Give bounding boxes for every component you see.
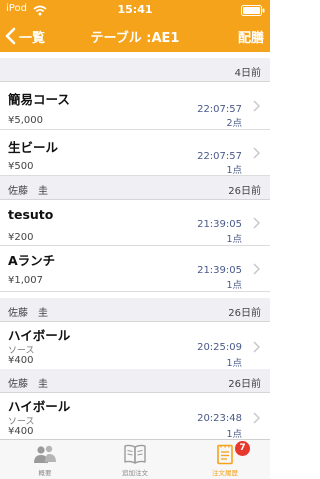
chevron-right-icon xyxy=(253,147,260,159)
chevron-left-icon xyxy=(5,27,16,45)
item-time: 21:39:05 xyxy=(197,265,242,276)
tab-add-order[interactable]: 追加注文 xyxy=(90,440,180,479)
item-quantity: 1点 xyxy=(226,358,242,369)
item-price: ¥1,007 xyxy=(8,275,43,286)
item-time: 22:07:57 xyxy=(197,104,242,115)
notification-badge: 7 xyxy=(235,441,250,456)
item-name: 簡易コース xyxy=(8,92,70,107)
item-name: ハイボール xyxy=(8,399,71,414)
item-quantity: 2点 xyxy=(226,118,242,129)
battery-icon xyxy=(241,5,265,16)
section-staff-name: 佐藤 圭 xyxy=(8,186,48,197)
order-row[interactable]: 生ビール ¥500 22:07:57 1点 xyxy=(0,130,270,176)
chevron-right-icon xyxy=(253,217,260,229)
item-quantity: 1点 xyxy=(226,429,242,439)
item-time: 20:23:48 xyxy=(197,413,242,424)
item-time: 21:39:05 xyxy=(197,219,242,230)
section-days-ago: 4日前 xyxy=(234,68,261,79)
item-name: ハイボール xyxy=(8,328,71,343)
item-quantity: 1点 xyxy=(226,280,242,291)
item-quantity: 1点 xyxy=(226,234,242,245)
section-header: 佐藤 圭 26日前 xyxy=(0,176,270,200)
tab-overview[interactable]: 概要 xyxy=(0,440,90,479)
item-price: ¥400 xyxy=(8,426,34,437)
section-days-ago: 26日前 xyxy=(228,186,261,197)
item-price: ¥200 xyxy=(8,232,34,243)
item-name: 生ビール xyxy=(8,140,59,155)
order-row[interactable]: 簡易コース ¥5,000 22:07:57 2点 xyxy=(0,82,270,130)
item-time: 22:07:57 xyxy=(197,151,242,162)
item-price: ¥500 xyxy=(8,161,34,172)
status-time: 15:41 xyxy=(117,3,153,16)
section-staff-name: 佐藤 圭 xyxy=(8,379,48,390)
section-days-ago: 26日前 xyxy=(228,379,261,390)
order-row[interactable]: ハイボール ソース ¥400 20:23:48 1点 xyxy=(0,393,270,439)
item-quantity: 1点 xyxy=(226,165,242,176)
serve-button[interactable]: 配膳 xyxy=(238,27,264,46)
navigation-bar: 一覧 テーブル :AE1 配膳 xyxy=(0,20,270,52)
order-row[interactable]: Aランチ ¥1,007 21:39:05 1点 xyxy=(0,246,270,292)
item-price: ¥400 xyxy=(8,355,34,366)
tab-order-history[interactable]: 7 注文履歴 xyxy=(180,440,270,479)
tab-label: 追加注文 xyxy=(122,469,148,477)
chevron-right-icon xyxy=(253,263,260,275)
order-list[interactable]: 4日前 簡易コース ¥5,000 22:07:57 2点 生ビール ¥500 2… xyxy=(0,52,270,439)
tab-label: 概要 xyxy=(38,469,52,477)
tab-label: 注文履歴 xyxy=(212,469,238,477)
back-button[interactable]: 一覧 xyxy=(4,20,45,52)
section-header: 佐藤 圭 26日前 xyxy=(0,369,270,393)
item-name: tesuto xyxy=(8,207,54,222)
open-book-icon xyxy=(124,444,146,464)
order-row[interactable]: ハイボール ソース ¥400 20:25:09 1点 xyxy=(0,322,270,372)
order-row[interactable]: tesuto ¥200 21:39:05 1点 xyxy=(0,200,270,246)
back-label: 一覧 xyxy=(19,30,46,46)
tab-bar: 概要 追加注文 7 注文履歴 xyxy=(0,439,270,479)
chevron-right-icon xyxy=(253,412,260,424)
section-days-ago: 26日前 xyxy=(228,308,261,319)
item-name: Aランチ xyxy=(8,253,56,268)
status-bar: iPod 15:41 xyxy=(0,0,270,20)
section-staff-name: 佐藤 圭 xyxy=(8,308,48,319)
section-header: 佐藤 圭 26日前 xyxy=(0,298,270,322)
section-header: 4日前 xyxy=(0,58,270,82)
people-icon xyxy=(34,445,56,463)
chevron-right-icon xyxy=(253,100,260,112)
item-time: 20:25:09 xyxy=(197,342,242,353)
item-price: ¥5,000 xyxy=(8,115,43,126)
chevron-right-icon xyxy=(253,341,260,353)
order-history-icon xyxy=(217,444,233,465)
